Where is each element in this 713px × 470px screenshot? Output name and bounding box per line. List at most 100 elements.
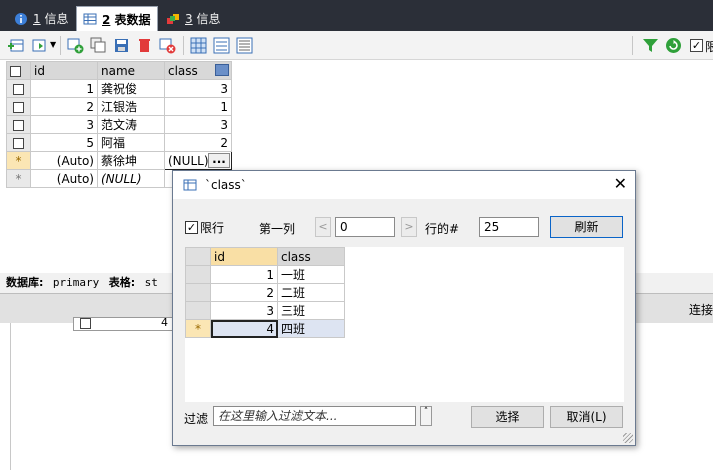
cell-class-value[interactable]: (NULL) xyxy=(168,154,209,168)
tab-number: 2 xyxy=(102,12,111,27)
cell-class[interactable]: 四班 xyxy=(277,319,345,338)
filter-input[interactable]: 在这里输入过滤文本... xyxy=(213,406,416,426)
limit-rows-checkbox[interactable]: ✓ xyxy=(185,221,198,234)
duplicate-row-icon[interactable] xyxy=(90,37,107,54)
column-header-id[interactable]: id xyxy=(210,247,278,266)
cell-class[interactable]: 一班 xyxy=(277,265,345,284)
cell-class-editor[interactable]: (NULL)... xyxy=(164,151,232,170)
column-header-class[interactable]: class xyxy=(277,247,345,266)
tab-strip: 1 信息 2 表数据 3 信息 xyxy=(0,0,713,31)
cell-name[interactable]: (NULL) xyxy=(97,169,165,188)
column-header-class[interactable]: class xyxy=(164,61,232,80)
column-header-name[interactable]: name xyxy=(97,61,165,80)
connect-label[interactable]: 连接 xyxy=(689,301,713,318)
cell-id[interactable]: 2 xyxy=(30,97,98,116)
first-row-input[interactable]: 0 xyxy=(335,217,395,237)
table-row[interactable]: 3 范文涛 3 xyxy=(6,115,232,134)
delete-icon[interactable] xyxy=(136,37,153,54)
filter-spin-icon[interactable]: ˄ xyxy=(420,406,432,426)
cell-class[interactable]: 1 xyxy=(164,97,232,116)
filter-icon[interactable] xyxy=(642,37,659,54)
form-view-icon[interactable] xyxy=(213,37,230,54)
save-icon[interactable] xyxy=(113,37,130,54)
table-row[interactable]: 5 阿福 2 xyxy=(6,133,232,152)
lookup-button[interactable]: ... xyxy=(208,153,230,168)
toolbar-separator xyxy=(632,36,633,55)
table-icon xyxy=(183,179,197,191)
limit-label: 限 xyxy=(705,40,713,54)
limit-checkbox[interactable]: ✓ xyxy=(690,39,703,52)
cell-name[interactable]: 龚祝俊 xyxy=(97,79,165,98)
table-row[interactable]: 1 龚祝俊 3 xyxy=(6,79,232,98)
refresh-button[interactable]: 刷新 xyxy=(550,216,623,238)
table-row[interactable]: 2 江银浩 1 xyxy=(6,97,232,116)
rows-count-input[interactable]: 25 xyxy=(479,217,539,237)
table-row[interactable]: 2 二班 xyxy=(185,283,345,302)
cell-class[interactable]: 三班 xyxy=(277,301,345,320)
first-row-label: 第一列 xyxy=(259,222,296,236)
table-row[interactable]: 1 一班 xyxy=(185,265,345,284)
cell-name[interactable]: 范文涛 xyxy=(97,115,165,134)
next-page-button[interactable]: > xyxy=(401,217,417,237)
cell-class[interactable]: 2 xyxy=(164,133,232,152)
delete-all-icon[interactable] xyxy=(159,37,176,54)
insert-row-icon[interactable] xyxy=(8,37,25,54)
grid-header-row: id class xyxy=(185,247,345,266)
text-view-icon[interactable] xyxy=(236,37,253,54)
resize-grip-icon[interactable] xyxy=(623,433,633,443)
cell-name[interactable]: 蔡徐坤 xyxy=(97,151,165,170)
cell-id[interactable]: 3 xyxy=(30,115,98,134)
cell-class[interactable]: 3 xyxy=(164,79,232,98)
grid-view-icon[interactable] xyxy=(190,37,207,54)
row-header-corner[interactable] xyxy=(185,247,211,266)
tab-info-1[interactable]: 1 信息 xyxy=(8,6,74,31)
cell-id[interactable]: 1 xyxy=(210,265,278,284)
table-row[interactable]: 3 三班 xyxy=(185,301,345,320)
tab-info-3[interactable]: 3 信息 xyxy=(160,6,226,31)
row-checkbox[interactable] xyxy=(13,101,24,113)
tab-table-data[interactable]: 2 表数据 xyxy=(76,6,158,31)
database-label: 数据库: xyxy=(6,276,44,289)
cell-id[interactable]: 4 xyxy=(210,319,278,338)
new-row[interactable]: * (Auto) 蔡徐坤 (NULL)... xyxy=(6,151,232,170)
cell-id[interactable]: (Auto) xyxy=(30,169,98,188)
select-all-header[interactable] xyxy=(6,61,31,80)
row-marker xyxy=(185,301,211,320)
import-icon[interactable] xyxy=(31,37,48,54)
selected-table-row[interactable]: * 4 四班 xyxy=(185,319,345,338)
close-icon[interactable]: ✕ xyxy=(614,176,627,192)
cell-id[interactable]: 1 xyxy=(30,79,98,98)
cell-id[interactable]: 2 xyxy=(210,283,278,302)
add-row-icon[interactable] xyxy=(67,37,84,54)
cell-class[interactable]: 二班 xyxy=(277,283,345,302)
table-label: 表格: xyxy=(108,276,136,289)
row-checkbox[interactable] xyxy=(13,83,24,95)
cell-class[interactable]: 3 xyxy=(164,115,232,134)
lookup-grid-panel: id class 1 一班 2 二班 3 三班 * 4 四班 xyxy=(185,247,624,402)
row-checkbox[interactable] xyxy=(80,318,91,329)
rows-count-label: 行的# xyxy=(425,222,460,236)
column-grid-icon[interactable] xyxy=(215,64,229,76)
dropdown-arrow-icon[interactable]: ▼ xyxy=(50,40,56,49)
cancel-button[interactable]: 取消(L) xyxy=(550,406,623,428)
new-row-marker: * xyxy=(6,151,31,170)
column-header-id[interactable]: id xyxy=(30,61,98,80)
info-icon xyxy=(15,12,27,25)
cell-id[interactable]: (Auto) xyxy=(30,151,98,170)
row-checkbox[interactable] xyxy=(10,65,21,77)
row-checkbox[interactable] xyxy=(13,119,24,131)
dialog-title-bar[interactable]: `class` xyxy=(173,171,635,199)
cell-name[interactable]: 江银浩 xyxy=(97,97,165,116)
table-icon xyxy=(83,13,97,25)
select-button[interactable]: 选择 xyxy=(471,406,544,428)
cell-id[interactable]: 5 xyxy=(30,133,98,152)
cell-id[interactable]: 3 xyxy=(210,301,278,320)
refresh-icon[interactable] xyxy=(665,37,682,54)
table-value: st xyxy=(144,276,158,289)
previous-page-button[interactable]: < xyxy=(315,217,331,237)
dialog-title: `class` xyxy=(205,178,247,192)
tab-label: 信息 xyxy=(196,12,221,26)
row-checkbox[interactable] xyxy=(13,137,24,149)
cell-name[interactable]: 阿福 xyxy=(97,133,165,152)
row-marker: * xyxy=(185,319,211,338)
